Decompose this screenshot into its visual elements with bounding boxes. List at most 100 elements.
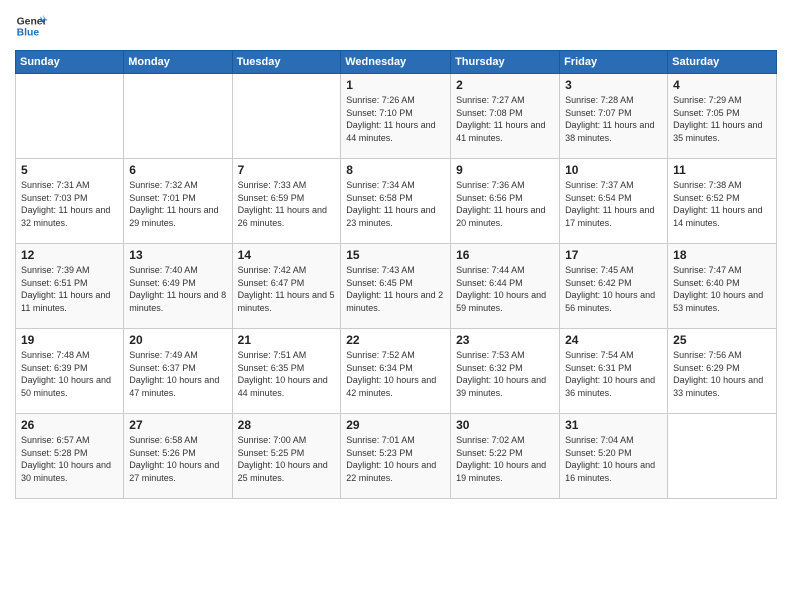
day-cell: 6 Sunrise: 7:32 AM Sunset: 7:01 PM Daylig… — [124, 159, 232, 244]
day-info: Sunrise: 7:54 AM Sunset: 6:31 PM Dayligh… — [565, 349, 662, 399]
day-cell: 17 Sunrise: 7:45 AM Sunset: 6:42 PM Dayli… — [560, 244, 668, 329]
day-number: 15 — [346, 248, 445, 262]
day-number: 26 — [21, 418, 118, 432]
general-blue-icon: General Blue — [15, 10, 47, 42]
day-cell: 28Sunrise: 7:00 AM Sunset: 5:25 PM Dayli… — [232, 414, 341, 499]
week-row-4: 19 Sunrise: 7:48 AM Sunset: 6:39 PM Dayli… — [16, 329, 777, 414]
day-cell: 3Sunrise: 7:28 AM Sunset: 7:07 PM Daylig… — [560, 74, 668, 159]
day-number: 2 — [456, 78, 554, 92]
day-cell: 13 Sunrise: 7:40 AM Sunset: 6:49 PM Dayli… — [124, 244, 232, 329]
day-info: Sunrise: 7:48 AM Sunset: 6:39 PM Dayligh… — [21, 349, 118, 399]
day-info: Sunrise: 7:51 AM Sunset: 6:35 PM Dayligh… — [238, 349, 336, 399]
weekday-header-monday: Monday — [124, 51, 232, 74]
week-row-2: 5 Sunrise: 7:31 AM Sunset: 7:03 PM Daylig… — [16, 159, 777, 244]
day-number: 1 — [346, 78, 445, 92]
day-cell: 9 Sunrise: 7:36 AM Sunset: 6:56 PM Daylig… — [451, 159, 560, 244]
day-number: 5 — [21, 163, 118, 177]
day-info: Sunrise: 7:36 AM Sunset: 6:56 PM Dayligh… — [456, 179, 554, 229]
day-number: 8 — [346, 163, 445, 177]
day-cell: 23Sunrise: 7:53 AM Sunset: 6:32 PM Dayli… — [451, 329, 560, 414]
day-cell: 16Sunrise: 7:44 AM Sunset: 6:44 PM Dayli… — [451, 244, 560, 329]
day-info: Sunrise: 7:32 AM Sunset: 7:01 PM Dayligh… — [129, 179, 226, 229]
day-number: 11 — [673, 163, 771, 177]
day-number: 4 — [673, 78, 771, 92]
day-number: 13 — [129, 248, 226, 262]
weekday-header-saturday: Saturday — [668, 51, 777, 74]
day-cell: 15 Sunrise: 7:43 AM Sunset: 6:45 PM Dayli… — [341, 244, 451, 329]
day-info: Sunrise: 7:39 AM Sunset: 6:51 PM Dayligh… — [21, 264, 118, 314]
calendar-table: SundayMondayTuesdayWednesdayThursdayFrid… — [15, 50, 777, 499]
day-cell: 18Sunrise: 7:47 AM Sunset: 6:40 PM Dayli… — [668, 244, 777, 329]
day-cell: 14 Sunrise: 7:42 AM Sunset: 6:47 PM Dayli… — [232, 244, 341, 329]
day-info: Sunrise: 7:00 AM Sunset: 5:25 PM Dayligh… — [238, 434, 336, 484]
day-cell: 1 Sunrise: 7:26 AM Sunset: 7:10 PM Daylig… — [341, 74, 451, 159]
day-cell: 20 Sunrise: 7:49 AM Sunset: 6:37 PM Dayli… — [124, 329, 232, 414]
day-cell: 24 Sunrise: 7:54 AM Sunset: 6:31 PM Dayli… — [560, 329, 668, 414]
day-info: Sunrise: 7:56 AM Sunset: 6:29 PM Dayligh… — [673, 349, 771, 399]
day-number: 25 — [673, 333, 771, 347]
day-info: Sunrise: 7:26 AM Sunset: 7:10 PM Dayligh… — [346, 94, 445, 144]
day-cell: 8Sunrise: 7:34 AM Sunset: 6:58 PM Daylig… — [341, 159, 451, 244]
day-info: Sunrise: 7:02 AM Sunset: 5:22 PM Dayligh… — [456, 434, 554, 484]
day-info: Sunrise: 7:43 AM Sunset: 6:45 PM Dayligh… — [346, 264, 445, 314]
day-info: Sunrise: 7:47 AM Sunset: 6:40 PM Dayligh… — [673, 264, 771, 314]
weekday-header-sunday: Sunday — [16, 51, 124, 74]
weekday-header-wednesday: Wednesday — [341, 51, 451, 74]
weekday-header-friday: Friday — [560, 51, 668, 74]
day-number: 12 — [21, 248, 118, 262]
day-info: Sunrise: 7:53 AM Sunset: 6:32 PM Dayligh… — [456, 349, 554, 399]
svg-text:Blue: Blue — [17, 28, 40, 39]
day-info: Sunrise: 7:38 AM Sunset: 6:52 PM Dayligh… — [673, 179, 771, 229]
weekday-header-tuesday: Tuesday — [232, 51, 341, 74]
day-cell — [16, 74, 124, 159]
day-cell: 5 Sunrise: 7:31 AM Sunset: 7:03 PM Daylig… — [16, 159, 124, 244]
day-info: Sunrise: 7:45 AM Sunset: 6:42 PM Dayligh… — [565, 264, 662, 314]
day-info: Sunrise: 7:01 AM Sunset: 5:23 PM Dayligh… — [346, 434, 445, 484]
day-cell: 27 Sunrise: 6:58 AM Sunset: 5:26 PM Dayli… — [124, 414, 232, 499]
day-info: Sunrise: 7:52 AM Sunset: 6:34 PM Dayligh… — [346, 349, 445, 399]
day-info: Sunrise: 7:27 AM Sunset: 7:08 PM Dayligh… — [456, 94, 554, 144]
day-cell: 4 Sunrise: 7:29 AM Sunset: 7:05 PM Daylig… — [668, 74, 777, 159]
day-info: Sunrise: 7:29 AM Sunset: 7:05 PM Dayligh… — [673, 94, 771, 144]
day-cell: 19 Sunrise: 7:48 AM Sunset: 6:39 PM Dayli… — [16, 329, 124, 414]
header: General Blue — [15, 10, 777, 42]
day-info: Sunrise: 6:57 AM Sunset: 5:28 PM Dayligh… — [21, 434, 118, 484]
day-number: 20 — [129, 333, 226, 347]
day-number: 24 — [565, 333, 662, 347]
day-number: 27 — [129, 418, 226, 432]
day-number: 9 — [456, 163, 554, 177]
day-number: 22 — [346, 333, 445, 347]
day-cell — [124, 74, 232, 159]
day-cell — [232, 74, 341, 159]
day-info: Sunrise: 6:58 AM Sunset: 5:26 PM Dayligh… — [129, 434, 226, 484]
day-number: 29 — [346, 418, 445, 432]
weekday-header-row: SundayMondayTuesdayWednesdayThursdayFrid… — [16, 51, 777, 74]
day-info: Sunrise: 7:40 AM Sunset: 6:49 PM Dayligh… — [129, 264, 226, 314]
week-row-3: 12 Sunrise: 7:39 AM Sunset: 6:51 PM Dayli… — [16, 244, 777, 329]
logo: General Blue — [15, 10, 47, 42]
day-cell: 31 Sunrise: 7:04 AM Sunset: 5:20 PM Dayli… — [560, 414, 668, 499]
day-cell: 21 Sunrise: 7:51 AM Sunset: 6:35 PM Dayli… — [232, 329, 341, 414]
day-cell: 10Sunrise: 7:37 AM Sunset: 6:54 PM Dayli… — [560, 159, 668, 244]
day-number: 3 — [565, 78, 662, 92]
day-cell: 26 Sunrise: 6:57 AM Sunset: 5:28 PM Dayli… — [16, 414, 124, 499]
day-info: Sunrise: 7:31 AM Sunset: 7:03 PM Dayligh… — [21, 179, 118, 229]
day-number: 19 — [21, 333, 118, 347]
day-number: 30 — [456, 418, 554, 432]
day-cell: 25 Sunrise: 7:56 AM Sunset: 6:29 PM Dayli… — [668, 329, 777, 414]
day-info: Sunrise: 7:04 AM Sunset: 5:20 PM Dayligh… — [565, 434, 662, 484]
day-number: 17 — [565, 248, 662, 262]
page: General Blue SundayMondayTuesdayWednesda… — [0, 0, 792, 612]
day-info: Sunrise: 7:33 AM Sunset: 6:59 PM Dayligh… — [238, 179, 336, 229]
day-cell: 30 Sunrise: 7:02 AM Sunset: 5:22 PM Dayli… — [451, 414, 560, 499]
day-number: 7 — [238, 163, 336, 177]
day-cell: 2 Sunrise: 7:27 AM Sunset: 7:08 PM Daylig… — [451, 74, 560, 159]
day-number: 21 — [238, 333, 336, 347]
day-info: Sunrise: 7:44 AM Sunset: 6:44 PM Dayligh… — [456, 264, 554, 314]
day-number: 14 — [238, 248, 336, 262]
day-number: 6 — [129, 163, 226, 177]
day-info: Sunrise: 7:49 AM Sunset: 6:37 PM Dayligh… — [129, 349, 226, 399]
day-info: Sunrise: 7:42 AM Sunset: 6:47 PM Dayligh… — [238, 264, 336, 314]
day-number: 31 — [565, 418, 662, 432]
day-cell: 22 Sunrise: 7:52 AM Sunset: 6:34 PM Dayli… — [341, 329, 451, 414]
